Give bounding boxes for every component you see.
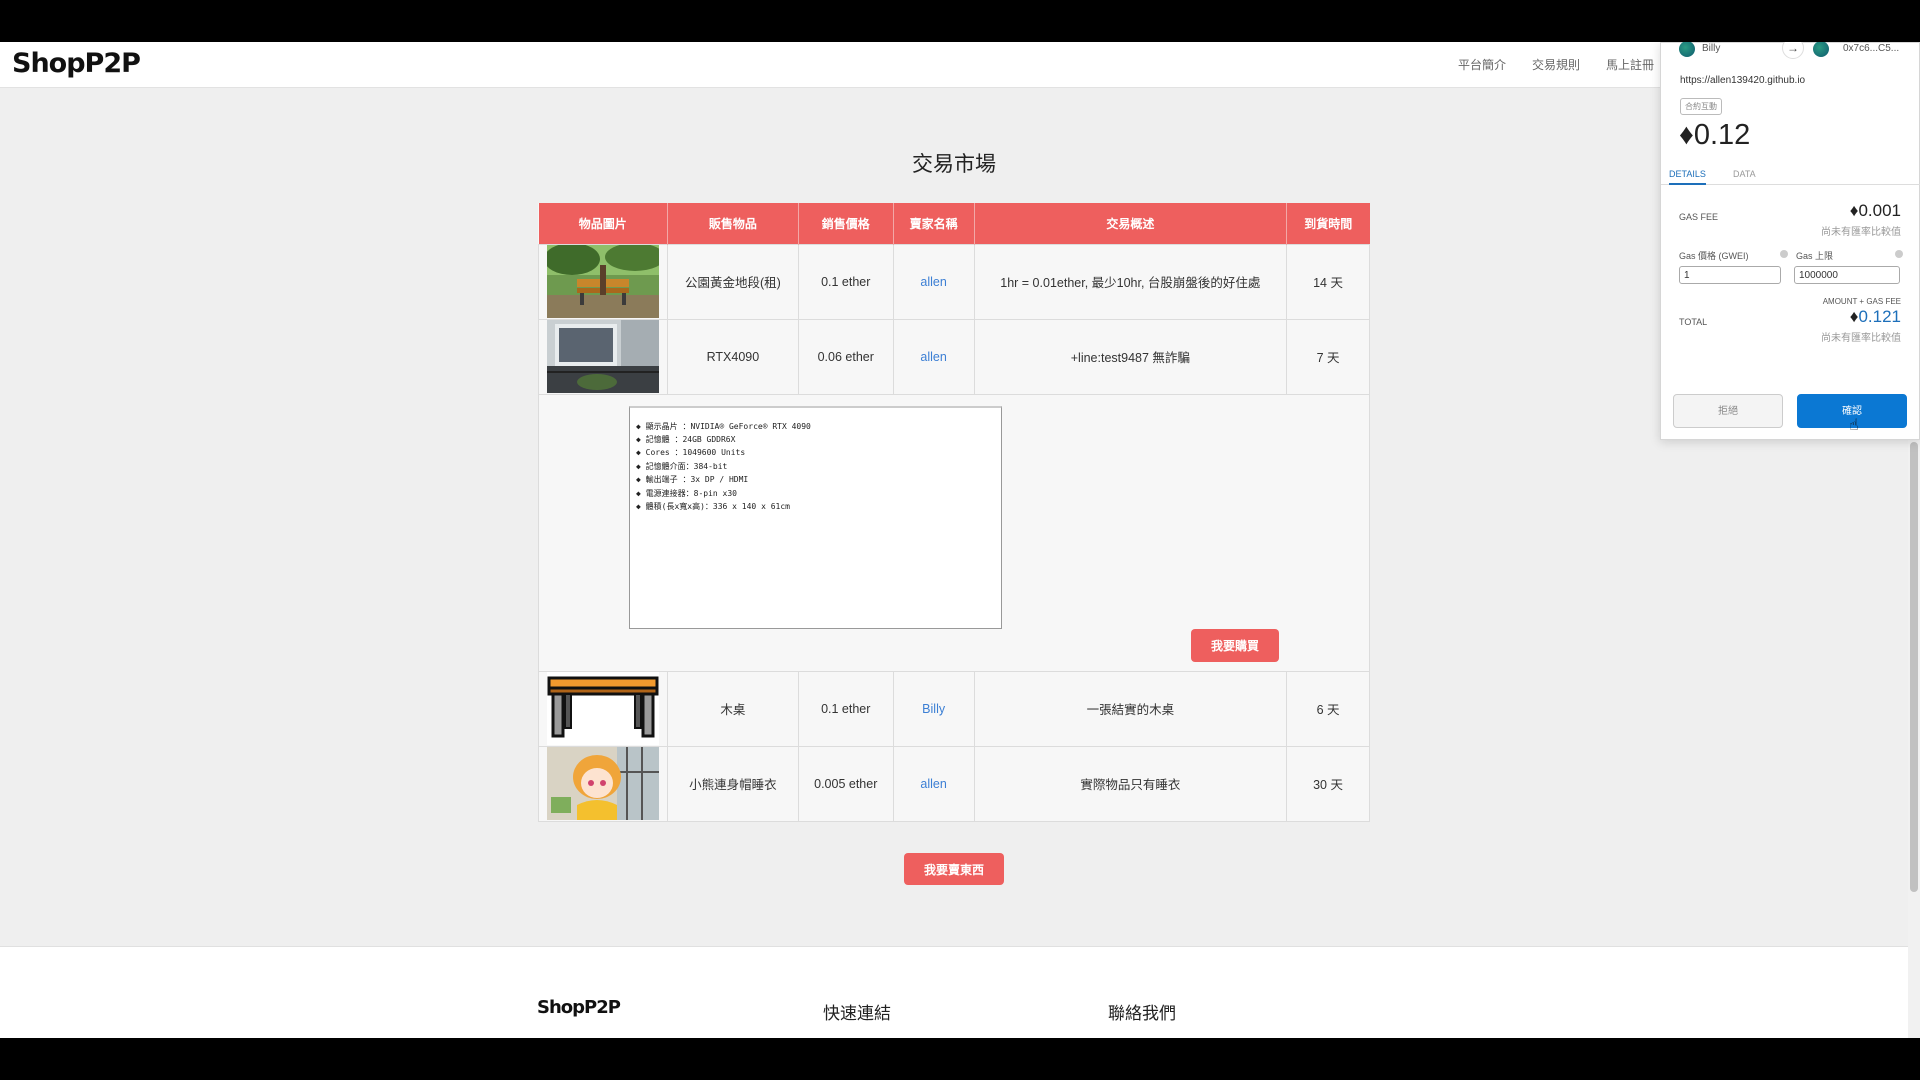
- details-tabs: DETAILS DATA: [1661, 165, 1920, 185]
- delivery-time: 7 天: [1286, 318, 1370, 395]
- gas-fee-amount: 0.001: [1858, 201, 1901, 220]
- spec-line: 體積(長x寬x高)：336 x 140 x 61cm: [636, 500, 995, 513]
- gas-limit-label: Gas 上限: [1796, 251, 1834, 261]
- spec-line: Cores ：1049600 Units: [636, 446, 995, 459]
- item-price: 0.06 ether: [797, 318, 894, 395]
- delivery-time: 14 天: [1286, 243, 1370, 320]
- from-account-avatar: [1679, 42, 1695, 57]
- spec-line: 電源連接器：8-pin x30: [636, 487, 995, 500]
- info-icon[interactable]: [1895, 250, 1903, 258]
- column-header-price: 銷售價格: [798, 203, 894, 244]
- metamask-confirm-popup: Billy → 0x7c6...C5... https://allen13942…: [1660, 42, 1920, 440]
- gas-fee-fiat-note: 尚未有匯率比較值: [1821, 227, 1901, 238]
- scrollbar-thumb[interactable]: [1910, 442, 1918, 892]
- item-name: 公園黃金地段(租): [666, 243, 799, 320]
- amount-plus-gas-label: AMOUNT + GAS FEE: [1822, 297, 1901, 306]
- item-image-cell: [538, 318, 668, 395]
- item-detail-panel: 顯示晶片 ：NVIDIA® GeForce® RTX 4090 記憶體 ：24G…: [538, 393, 1370, 672]
- item-price: 0.1 ether: [797, 670, 894, 747]
- column-header-seller: 賣家名稱: [893, 203, 975, 244]
- mouse-cursor-icon: ☝: [1849, 417, 1859, 434]
- table-row[interactable]: 木桌 0.1 ether Billy 一張結實的木桌 6 天: [538, 670, 1370, 747]
- spec-line: 記憶體 ：24GB GDDR6X: [636, 433, 995, 446]
- seller-link[interactable]: allen: [892, 318, 975, 395]
- transaction-amount: ♦0.12: [1679, 119, 1750, 152]
- buy-button[interactable]: 我要購買: [1191, 628, 1279, 662]
- item-summary: 1hr = 0.01ether, 最少10hr, 台股崩盤後的好住處: [973, 243, 1288, 320]
- gas-price-label: Gas 價格 (GWEI): [1679, 251, 1749, 261]
- item-summary: +line:test9487 無詐騙: [973, 318, 1288, 395]
- footer-quick-links-heading: 快速連結: [823, 1004, 891, 1023]
- balcony-photo: [546, 320, 659, 393]
- wooden-table-icon: [546, 672, 659, 745]
- delivery-time: 30 天: [1286, 745, 1370, 822]
- table-row[interactable]: 公園黃金地段(租) 0.1 ether allen 1hr = 0.01ethe…: [538, 243, 1370, 320]
- from-account-name: Billy: [1702, 43, 1721, 54]
- table-row[interactable]: 小熊連身帽睡衣 0.005 ether allen 實際物品只有睡衣 30 天: [538, 745, 1370, 822]
- info-icon[interactable]: [1780, 250, 1788, 258]
- item-summary: 實際物品只有睡衣: [973, 745, 1288, 822]
- spec-line: 輸出端子 ：3x DP / HDMI: [636, 473, 995, 486]
- arrow-right-icon: →: [1782, 42, 1804, 59]
- item-detail-row: 顯示晶片 ：NVIDIA® GeForce® RTX 4090 記憶體 ：24G…: [538, 393, 1370, 672]
- column-header-item: 販售物品: [667, 203, 799, 244]
- item-price: 0.005 ether: [797, 745, 894, 822]
- reject-button[interactable]: 拒絕: [1673, 394, 1783, 428]
- table-header-row: 物品圖片 販售物品 銷售價格 賣家名稱 交易概述 到貨時間: [538, 203, 1370, 244]
- seller-link[interactable]: allen: [892, 243, 975, 320]
- brand-logo[interactable]: ShopP2P: [12, 48, 141, 79]
- contract-interaction-badge: 合約互動: [1680, 98, 1722, 115]
- item-name: RTX4090: [666, 318, 799, 395]
- footer: ShopP2P 快速連結 聯絡我們: [0, 946, 1908, 1038]
- eth-icon: ♦: [1679, 119, 1694, 151]
- total-fiat-note: 尚未有匯率比較值: [1821, 333, 1901, 344]
- footer-brand-logo[interactable]: ShopP2P: [537, 997, 621, 1018]
- navbar: ShopP2P 平台簡介 交易規則 馬上註冊: [0, 42, 1920, 88]
- item-summary: 一張結實的木桌: [973, 670, 1288, 747]
- seller-link[interactable]: Billy: [892, 670, 975, 747]
- page-title: 交易市場: [912, 153, 996, 176]
- delivery-time: 6 天: [1286, 670, 1370, 747]
- item-name: 小熊連身帽睡衣: [666, 745, 799, 822]
- browser-viewport: ShopP2P 平台簡介 交易規則 馬上註冊 交易市場 物品圖片 販售物品 銷售…: [0, 42, 1920, 1038]
- column-header-delivery: 到貨時間: [1286, 203, 1370, 244]
- gas-price-input[interactable]: [1679, 266, 1781, 284]
- column-header-summary: 交易概述: [974, 203, 1288, 244]
- item-image-cell: [538, 670, 668, 747]
- table-row[interactable]: RTX4090 0.06 ether allen +line:test9487 …: [538, 318, 1370, 395]
- market-table: 物品圖片 販售物品 銷售價格 賣家名稱 交易概述 到貨時間 公園黃金地段(租) …: [538, 203, 1370, 822]
- nav-links: 平台簡介 交易規則 馬上註冊: [1458, 56, 1654, 73]
- spec-line: 顯示晶片 ：NVIDIA® GeForce® RTX 4090: [636, 420, 995, 433]
- tab-data[interactable]: DATA: [1733, 169, 1756, 179]
- spec-line: 記憶體介面：384-bit: [636, 460, 995, 473]
- gas-fee-label: GAS FEE: [1679, 212, 1719, 222]
- item-image-cell: [538, 745, 668, 822]
- column-header-image: 物品圖片: [538, 203, 668, 244]
- gas-limit-input[interactable]: [1794, 266, 1900, 284]
- item-name: 木桌: [666, 670, 799, 747]
- gas-fee-value: ♦0.001: [1850, 201, 1901, 221]
- nav-link-intro[interactable]: 平台簡介: [1458, 56, 1506, 73]
- nav-link-register[interactable]: 馬上註冊: [1606, 56, 1654, 73]
- total-amount: 0.121: [1858, 307, 1901, 326]
- to-account-avatar: [1813, 42, 1829, 57]
- total-value: ♦0.121: [1850, 307, 1901, 327]
- seller-link[interactable]: allen: [892, 745, 975, 822]
- park-bench-photo: [546, 245, 659, 318]
- footer-contact-heading: 聯絡我們: [1108, 1004, 1176, 1023]
- spec-description-box: 顯示晶片 ：NVIDIA® GeForce® RTX 4090 記憶體 ：24G…: [629, 405, 1002, 629]
- account-header: Billy → 0x7c6...C5...: [1661, 42, 1920, 59]
- amount-value: 0.12: [1693, 119, 1751, 151]
- tab-details[interactable]: DETAILS: [1669, 169, 1706, 185]
- origin-url: https://allen139420.github.io: [1680, 75, 1806, 86]
- item-image-cell: [538, 243, 668, 320]
- anime-girl-photo: [546, 747, 659, 820]
- sell-item-button[interactable]: 我要賣東西: [904, 853, 1004, 885]
- item-price: 0.1 ether: [797, 243, 894, 320]
- nav-link-rules[interactable]: 交易規則: [1532, 56, 1580, 73]
- to-account-address: 0x7c6...C5...: [1843, 43, 1900, 54]
- total-label: TOTAL: [1679, 317, 1708, 327]
